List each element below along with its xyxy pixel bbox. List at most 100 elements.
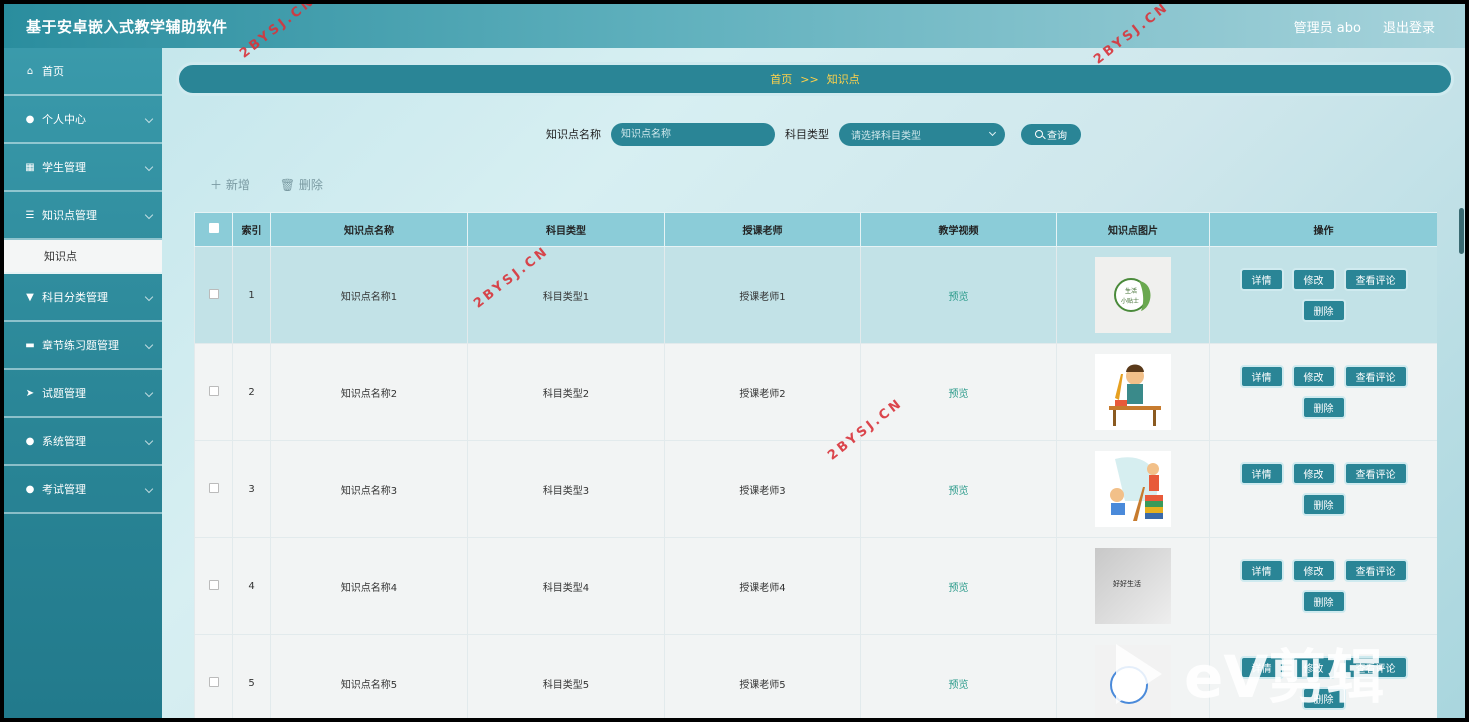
view-comments-button[interactable]: 查看评论 xyxy=(1343,365,1408,388)
sidebar-item-label: 首页 xyxy=(42,65,64,78)
delete-button[interactable]: 删除 xyxy=(1301,396,1346,419)
row-type: 科目类型5 xyxy=(467,634,665,718)
row-name: 知识点名称4 xyxy=(270,537,468,635)
edit-button[interactable]: 修改 xyxy=(1291,268,1336,291)
view-comments-button[interactable]: 查看评论 xyxy=(1343,656,1408,679)
sidebar-item-students[interactable]: ▦ 学生管理 xyxy=(4,144,162,192)
edit-button[interactable]: 修改 xyxy=(1291,365,1336,388)
logout-link[interactable]: 退出登录 xyxy=(1383,17,1435,36)
top-header: 基于安卓嵌入式教学辅助软件 管理员 abo 退出登录 xyxy=(4,4,1465,48)
row-checkbox[interactable] xyxy=(208,579,219,590)
detail-button[interactable]: 详情 xyxy=(1239,559,1284,582)
knowledge-table: 索引 知识点名称 科目类型 授课老师 教学视频 知识点图片 操作 1 知识点名称… xyxy=(194,212,1437,718)
view-comments-button[interactable]: 查看评论 xyxy=(1343,559,1408,582)
breadcrumb-home[interactable]: 首页 xyxy=(770,71,792,87)
row-checkbox[interactable] xyxy=(208,482,219,493)
breadcrumb-current: 知识点 xyxy=(826,73,860,86)
column-header: 知识点图片 xyxy=(1056,212,1210,247)
page-scrollbar[interactable] xyxy=(1457,48,1465,718)
sidebar-item-label: 考试管理 xyxy=(42,483,86,496)
video-preview-link[interactable]: 预览 xyxy=(949,292,969,303)
sidebar-item-subject-category[interactable]: ▼ 科目分类管理 xyxy=(4,274,162,322)
scrollbar-thumb[interactable] xyxy=(1459,208,1464,254)
list-icon: ☰ xyxy=(25,209,35,221)
sidebar-item-label: 章节练习题管理 xyxy=(42,339,119,352)
row-checkbox[interactable] xyxy=(208,676,219,687)
view-comments-button[interactable]: 查看评论 xyxy=(1343,268,1408,291)
row-checkbox[interactable] xyxy=(208,385,219,396)
row-operations: 详情 修改 查看评论 删除 xyxy=(1224,268,1424,322)
video-preview-link[interactable]: 预览 xyxy=(949,486,969,497)
type-search-label: 科目类型 xyxy=(785,128,829,141)
row-operations: 详情 修改 查看评论 删除 xyxy=(1224,365,1424,419)
column-header: 授课老师 xyxy=(664,212,861,247)
sidebar-item-home[interactable]: ⌂ 首页 xyxy=(4,48,162,96)
row-type: 科目类型3 xyxy=(467,440,665,538)
detail-button[interactable]: 详情 xyxy=(1239,462,1284,485)
knowledge-image[interactable]: 好好生活 xyxy=(1095,548,1171,624)
knowledge-image[interactable] xyxy=(1095,645,1171,718)
knowledge-image[interactable] xyxy=(1095,451,1171,527)
bulb-icon: ● xyxy=(25,435,35,447)
sidebar-item-label: 科目分类管理 xyxy=(42,291,108,304)
row-name: 知识点名称3 xyxy=(270,440,468,538)
svg-text:小贴士: 小贴士 xyxy=(1121,297,1139,305)
sidebar-item-system[interactable]: ● 系统管理 xyxy=(4,418,162,466)
row-teacher: 授课老师5 xyxy=(664,634,861,718)
delete-button[interactable]: 删除 xyxy=(1301,687,1346,710)
sidebar-item-knowledge[interactable]: ☰ 知识点管理 xyxy=(4,192,162,240)
row-name: 知识点名称2 xyxy=(270,343,468,441)
sidebar-item-label: 知识点管理 xyxy=(42,209,97,222)
detail-button[interactable]: 详情 xyxy=(1239,365,1284,388)
name-search-label: 知识点名称 xyxy=(546,128,601,141)
chevron-down-icon xyxy=(144,292,154,302)
current-user[interactable]: 管理员 abo xyxy=(1294,17,1361,36)
view-comments-button[interactable]: 查看评论 xyxy=(1343,462,1408,485)
knowledge-image[interactable] xyxy=(1095,354,1171,430)
row-operations: 详情 修改 查看评论 删除 xyxy=(1224,462,1424,516)
row-operations: 详情 修改 查看评论 删除 xyxy=(1224,656,1424,710)
detail-button[interactable]: 详情 xyxy=(1239,268,1284,291)
type-select[interactable]: 请选择科目类型 xyxy=(839,122,1005,146)
row-index: 3 xyxy=(232,440,271,538)
row-index: 5 xyxy=(232,634,271,718)
delete-button[interactable]: 删除 xyxy=(1301,590,1346,613)
table-row: 2 知识点名称2 科目类型2 授课老师2 预览 详情 修改 查看评论 删除 xyxy=(194,343,1437,441)
briefcase-icon: ▬ xyxy=(25,339,35,351)
grid-icon: ▦ xyxy=(25,161,35,173)
row-type: 科目类型4 xyxy=(467,537,665,635)
search-button-label: 查询 xyxy=(1047,130,1067,142)
detail-button[interactable]: 详情 xyxy=(1239,656,1284,679)
video-preview-link[interactable]: 预览 xyxy=(949,583,969,594)
svg-text:生活: 生活 xyxy=(1125,287,1137,295)
chevron-down-icon xyxy=(144,388,154,398)
knowledge-image[interactable]: 生活 小贴士 xyxy=(1095,257,1171,333)
sidebar-item-label: 系统管理 xyxy=(42,435,86,448)
add-button-label: 新增 xyxy=(225,178,250,192)
video-preview-link[interactable]: 预览 xyxy=(949,680,969,691)
app-title: 基于安卓嵌入式教学辅助软件 xyxy=(26,17,228,36)
edit-button[interactable]: 修改 xyxy=(1291,559,1336,582)
table-row: 4 知识点名称4 科目类型4 授课老师4 预览 好好生活 详情 修改 查看评论 … xyxy=(194,537,1437,635)
sidebar-item-exams[interactable]: ● 考试管理 xyxy=(4,466,162,514)
sidebar-item-chapter-exercises[interactable]: ▬ 章节练习题管理 xyxy=(4,322,162,370)
sidebar-subitem-label: 知识点 xyxy=(44,250,77,263)
batch-delete-button[interactable]: 🗑 删除 xyxy=(280,176,323,193)
row-checkbox[interactable] xyxy=(208,288,219,299)
name-search-input[interactable] xyxy=(611,122,775,146)
edit-button[interactable]: 修改 xyxy=(1291,462,1336,485)
select-all-checkbox[interactable] xyxy=(208,223,219,233)
edit-button[interactable]: 修改 xyxy=(1291,656,1336,679)
column-header: 科目类型 xyxy=(467,212,665,247)
sidebar-subitem-knowledge-point[interactable]: 知识点 xyxy=(4,240,162,274)
delete-button[interactable]: 删除 xyxy=(1301,493,1346,516)
search-button[interactable]: 查询 xyxy=(1019,121,1083,147)
header-user-area: 管理员 abo 退出登录 xyxy=(1294,17,1435,36)
row-index: 1 xyxy=(232,246,271,344)
user-icon: ● xyxy=(25,483,35,495)
delete-button[interactable]: 删除 xyxy=(1301,299,1346,322)
row-type: 科目类型2 xyxy=(467,343,665,441)
sidebar-item-questions[interactable]: ➤ 试题管理 xyxy=(4,370,162,418)
add-button[interactable]: ＋ 新增 xyxy=(210,176,250,193)
video-preview-link[interactable]: 预览 xyxy=(949,389,969,400)
